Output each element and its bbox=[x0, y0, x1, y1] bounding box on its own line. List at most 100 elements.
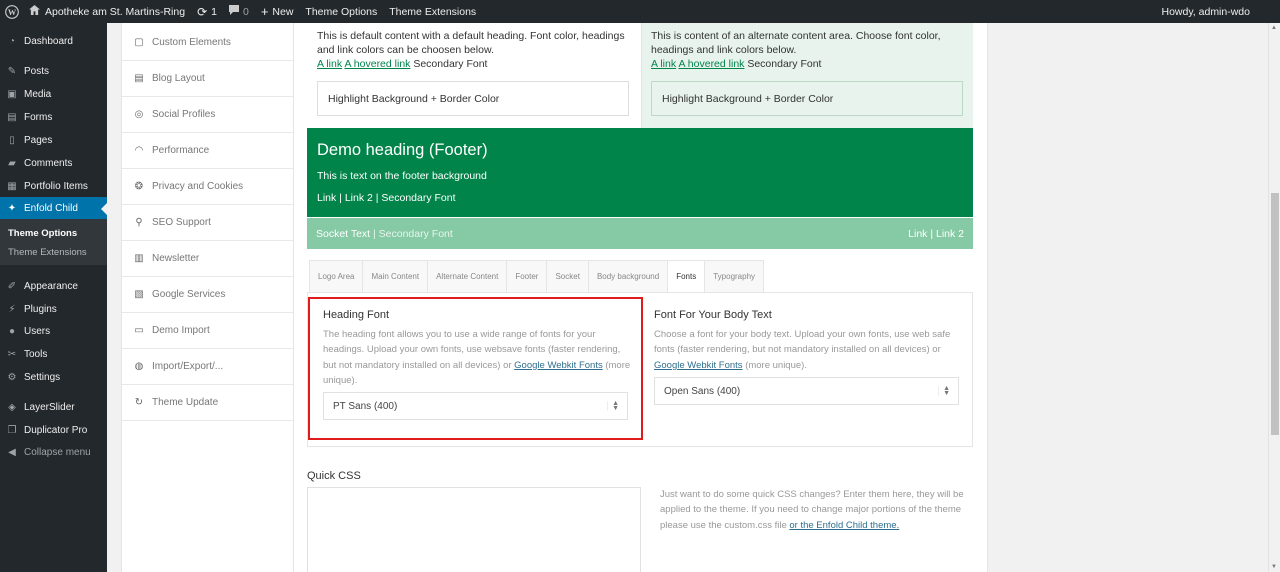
tab-main-content[interactable]: Main Content bbox=[362, 260, 428, 293]
opt-nav-label: Google Services bbox=[152, 289, 226, 300]
menu-item-portfolio[interactable]: ▦ Portfolio Items bbox=[0, 175, 107, 197]
opt-nav-newsletter[interactable]: ▥ Newsletter bbox=[122, 241, 294, 277]
demo-secondary-font: Secondary Font bbox=[413, 58, 488, 70]
menu-item-settings[interactable]: ⚙ Settings bbox=[0, 366, 107, 388]
theme-extensions-link[interactable]: Theme Extensions bbox=[383, 0, 482, 23]
page-icon: ▯ bbox=[9, 134, 15, 146]
forms-icon: ▤ bbox=[7, 111, 17, 123]
demo-link[interactable]: A link bbox=[317, 58, 342, 70]
menu-item-enfold-child[interactable]: ✦ Enfold Child bbox=[0, 197, 107, 219]
enfold-child-theme-link[interactable]: or the Enfold Child theme. bbox=[789, 520, 899, 531]
svg-text:W: W bbox=[7, 8, 16, 17]
tab-fonts[interactable]: Fonts bbox=[667, 260, 705, 293]
highlight-box: Highlight Background + Border Color bbox=[317, 81, 629, 116]
opt-nav-google-services[interactable]: ▧ Google Services bbox=[122, 277, 294, 313]
body-font-description: Choose a font for your body text. Upload… bbox=[654, 327, 954, 373]
body-font-desc-text: Choose a font for your body text. Upload… bbox=[654, 329, 951, 356]
menu-item-pages[interactable]: ▯ Pages bbox=[0, 129, 107, 151]
menu-item-plugins[interactable]: ⚡ Plugins bbox=[0, 298, 107, 320]
tab-alternate-content[interactable]: Alternate Content bbox=[427, 260, 507, 293]
heading-google-fonts-link[interactable]: Google Webkit Fonts bbox=[514, 360, 603, 371]
quick-css-description: Just want to do some quick CSS changes? … bbox=[660, 487, 966, 533]
fonts-panel: Heading Font The heading font allows you… bbox=[307, 292, 973, 447]
alt-demo-link[interactable]: A link bbox=[651, 58, 676, 70]
plus-icon: + bbox=[260, 4, 269, 19]
opt-nav-label: Theme Update bbox=[152, 397, 219, 408]
menu-item-comments[interactable]: ▰ Comments bbox=[0, 152, 107, 174]
blog-icon: ▤ bbox=[134, 73, 144, 84]
scroll-up-icon[interactable]: ▲ bbox=[1271, 25, 1277, 31]
collapse-menu-button[interactable]: ◀ Collapse menu bbox=[0, 441, 107, 463]
seo-icon: ⚲ bbox=[135, 217, 143, 228]
comments-link[interactable]: 0 bbox=[223, 0, 255, 23]
opt-nav-label: Import/Export/... bbox=[152, 361, 224, 372]
page-scrollbar[interactable]: ▲ ▼ bbox=[1268, 23, 1280, 572]
import-export-icon: ◍ bbox=[134, 361, 144, 372]
tab-socket[interactable]: Socket bbox=[546, 260, 588, 293]
dashboard-icon: ◔ bbox=[8, 35, 16, 47]
wordpress-logo-icon[interactable]: W bbox=[0, 0, 23, 23]
menu-item-tools[interactable]: ✂ Tools bbox=[0, 343, 107, 365]
updates-count: 1 bbox=[211, 5, 217, 18]
opt-nav-theme-update[interactable]: ↻ Theme Update bbox=[122, 385, 294, 421]
menu-item-forms[interactable]: ▤ Forms bbox=[0, 106, 107, 128]
opt-nav-seo-support[interactable]: ⚲ SEO Support bbox=[122, 205, 294, 241]
menu-item-dashboard[interactable]: ◔ Dashboard bbox=[0, 30, 107, 52]
tab-logo-area[interactable]: Logo Area bbox=[309, 260, 363, 293]
opt-nav-privacy-cookies[interactable]: ❂ Privacy and Cookies bbox=[122, 169, 294, 205]
cookie-icon: ❂ bbox=[134, 181, 144, 192]
opt-nav-performance[interactable]: ◠ Performance bbox=[122, 133, 294, 169]
opt-nav-demo-import[interactable]: ▭ Demo Import bbox=[122, 313, 294, 349]
menu-item-posts[interactable]: ✎ Posts bbox=[0, 60, 107, 82]
opt-nav-blog-layout[interactable]: ▤ Blog Layout bbox=[122, 61, 294, 97]
socket-text: Socket Text bbox=[316, 227, 371, 240]
opt-nav-custom-elements[interactable]: ▢ Custom Elements bbox=[122, 25, 294, 61]
new-content-link[interactable]: + New bbox=[255, 0, 300, 23]
body-google-fonts-link[interactable]: Google Webkit Fonts bbox=[654, 360, 743, 371]
menu-label: Appearance bbox=[24, 280, 78, 292]
opt-nav-social-profiles[interactable]: ◎ Social Profiles bbox=[122, 97, 294, 133]
menu-item-appearance[interactable]: ✐ Appearance bbox=[0, 275, 107, 297]
select-arrows-icon: ▲ ▼ bbox=[938, 385, 950, 397]
pin-icon: ✎ bbox=[7, 65, 17, 77]
menu-label: LayerSlider bbox=[24, 401, 75, 413]
theme-options-link[interactable]: Theme Options bbox=[299, 0, 383, 23]
scroll-down-icon[interactable]: ▼ bbox=[1271, 564, 1277, 570]
site-name-link[interactable]: Apotheke am St. Martins-Ring bbox=[23, 0, 191, 23]
menu-item-duplicator-pro[interactable]: ❐ Duplicator Pro bbox=[0, 419, 107, 441]
howdy-account-link[interactable]: Howdy, admin-wdo bbox=[1155, 0, 1256, 23]
submenu-theme-extensions[interactable]: Theme Extensions bbox=[8, 247, 87, 258]
alt-highlight-box: Highlight Background + Border Color bbox=[651, 81, 963, 116]
alt-demo-hovered-link[interactable]: A hovered link bbox=[678, 58, 744, 70]
demo-hovered-link[interactable]: A hovered link bbox=[344, 58, 410, 70]
submenu bbox=[0, 219, 107, 265]
default-content-preview: This is default content with a default h… bbox=[307, 23, 641, 128]
tab-typography[interactable]: Typography bbox=[704, 260, 765, 293]
wrench-icon: ✂ bbox=[7, 348, 17, 360]
theme-options-nav: ▢ Custom Elements ▤ Blog Layout ◎ Social… bbox=[121, 23, 294, 572]
footer-preview: Demo heading (Footer) This is text on th… bbox=[307, 128, 973, 217]
plug-icon: ⚡ bbox=[8, 303, 16, 315]
footer-heading: Demo heading (Footer) bbox=[317, 141, 488, 159]
updates-link[interactable]: ⟳ 1 bbox=[191, 0, 223, 23]
quick-css-textarea[interactable] bbox=[307, 487, 641, 572]
home-icon bbox=[29, 5, 40, 18]
menu-item-layerslider[interactable]: ◈ LayerSlider bbox=[0, 396, 107, 418]
refresh-icon: ↻ bbox=[134, 397, 144, 408]
menu-label: Forms bbox=[24, 111, 53, 123]
tab-footer[interactable]: Footer bbox=[506, 260, 547, 293]
menu-label: Pages bbox=[24, 134, 53, 146]
menu-label: Tools bbox=[24, 348, 48, 360]
heading-font-select[interactable]: PT Sans (400) ▲ ▼ bbox=[323, 392, 628, 420]
submenu-theme-options[interactable]: Theme Options bbox=[8, 228, 77, 239]
tab-body-background[interactable]: Body background bbox=[587, 260, 668, 293]
menu-item-media[interactable]: ▣ Media bbox=[0, 83, 107, 105]
body-font-select[interactable]: Open Sans (400) ▲ ▼ bbox=[654, 377, 959, 405]
admin-bar: W Apotheke am St. Martins-Ring ⟳ 1 0 + N… bbox=[0, 0, 1280, 23]
settings-icon: ⚙ bbox=[7, 371, 17, 383]
opt-nav-label: Social Profiles bbox=[152, 109, 216, 120]
scrollbar-thumb[interactable] bbox=[1271, 193, 1279, 435]
opt-nav-import-export[interactable]: ◍ Import/Export/... bbox=[122, 349, 294, 385]
heading-font-value: PT Sans (400) bbox=[333, 400, 398, 412]
menu-item-users[interactable]: ● Users bbox=[0, 320, 107, 342]
